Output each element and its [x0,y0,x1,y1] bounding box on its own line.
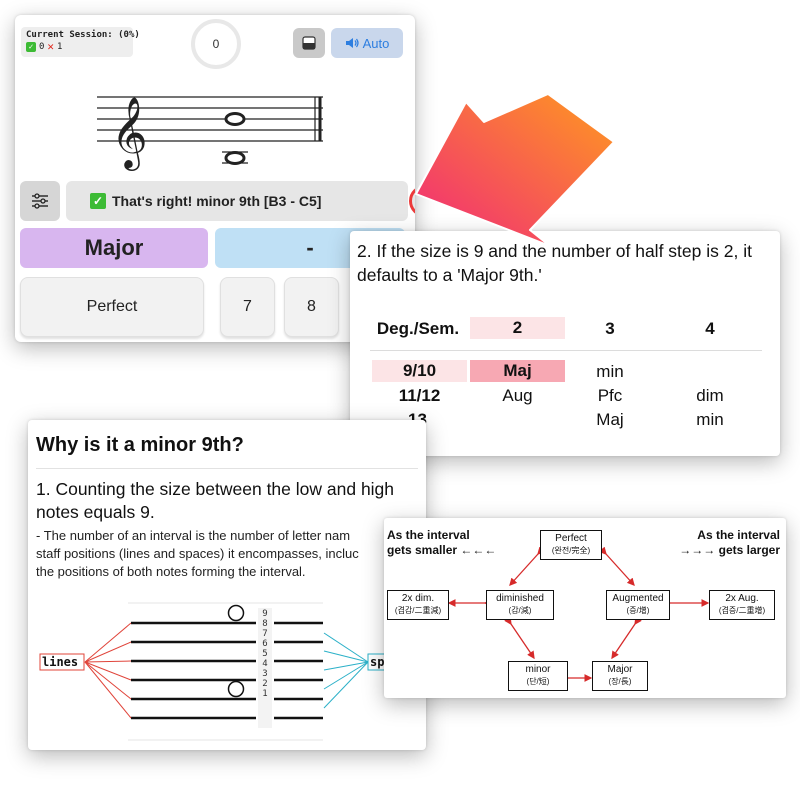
node-double-augmented: 2x Aug. (겹증/二重增) [709,590,775,620]
low-note [224,151,246,165]
step-number: 9 [262,609,267,619]
explanation-panel: Why is it a minor 9th? 1. Counting the s… [28,420,426,750]
table-cell: Pfc [597,386,623,405]
correct-count: 0 [39,42,45,52]
table-cell: 9/10 [372,360,467,382]
check-icon: ✓ [26,42,36,52]
feedback-text: That's right! minor 9th [B3 - C5] [112,193,322,209]
feedback-row: ✓ That's right! minor 9th [B3 - C5] [15,181,415,223]
check-icon: ✓ [90,193,106,209]
session-status: Current Session: (0%) ✓ 0 ✕ 1 [21,27,140,57]
step-number: 5 [262,649,267,659]
node-sub: (완전/完全) [551,546,591,555]
explanation-step: 1. Counting the size between the low and… [36,479,395,522]
table-header: 4 [705,319,715,338]
table-divider [370,350,762,351]
number-7-button[interactable]: 7 [220,277,275,337]
step-number: 8 [262,619,267,629]
node-diminished: diminished (감/減) [486,590,554,620]
explanation-detail: - The number of an interval is the numbe… [36,528,359,579]
node-name: 2x Aug. [725,593,759,604]
details-button[interactable] [409,185,415,217]
node-major: Major (장/長) [592,661,648,691]
explanation-title: Why is it a minor 9th? [36,434,244,456]
node-minor: minor (단/短) [508,661,568,691]
interval-quality-diagram: As the interval gets smaller ←←← As the … [384,518,786,698]
feedback-message: ✓ That's right! minor 9th [B3 - C5] [66,181,415,221]
node-name: 2x dim. [401,593,435,604]
node-name: diminished [496,593,544,604]
table-cell: Maj [596,410,624,429]
wrong-count: 1 [57,42,63,52]
table-header: 3 [605,319,615,338]
staff-counting-diagram: 9 8 7 6 5 4 3 2 1 lines sp [39,602,426,741]
node-sub: (겹증/二重增) [718,606,766,615]
node-perfect: Perfect (완전/完全) [540,530,602,560]
step-number: 1 [262,689,267,699]
table-cell: min [596,362,624,381]
cross-icon: ✕ [47,40,55,53]
auto-label: Auto [362,35,390,51]
node-double-diminished: 2x dim. (겹감/二重減) [387,590,449,620]
node-name: Augmented [612,593,664,604]
session-counts: ✓ 0 ✕ 1 [26,40,128,53]
table-header: Deg./Sem. [376,319,460,338]
table-cell: Aug [502,386,533,405]
step-number: 2 [262,679,267,689]
table-cell: Maj [470,360,565,382]
step-number: 7 [262,629,267,639]
node-sub: (증/增) [626,606,650,615]
node-sub: (단/短) [526,677,550,686]
node-sub: (겹감/二重減) [394,606,442,615]
table-header: 2 [470,317,565,339]
table-cell: 11/12 [398,386,441,405]
perfect-button[interactable]: Perfect [20,277,204,337]
lines-label: lines [42,655,78,669]
node-name: Perfect [555,533,587,544]
panel-icon [302,36,316,50]
session-title: Current Session: (0%) [26,30,140,40]
auto-play-button[interactable]: Auto [331,28,403,58]
number-8-button[interactable]: 8 [284,277,339,337]
low-note [227,680,245,698]
title-divider [36,468,418,469]
node-sub: (감/減) [508,606,532,615]
node-name: minor [525,664,551,675]
settings-button[interactable] [20,181,60,221]
table-cell: dim [696,386,724,405]
table-cell: min [696,410,724,429]
music-staff: 𝄞 [97,95,323,171]
layout-toggle-button[interactable] [293,28,325,58]
major-button[interactable]: Major [20,228,208,268]
node-sub: (장/長) [608,677,632,686]
node-augmented: Augmented (증/增) [606,590,670,620]
treble-clef-icon: 𝄞 [111,95,148,171]
spaces-label: sp [370,655,384,669]
high-note [224,112,246,126]
sliders-icon [32,193,48,209]
step-number: 4 [262,659,267,669]
step-number: 3 [262,669,267,679]
question-counter: 0 [191,19,241,69]
high-note [227,604,245,622]
speaker-icon [345,38,359,48]
step-number: 6 [262,639,267,649]
node-name: Major [607,664,633,675]
